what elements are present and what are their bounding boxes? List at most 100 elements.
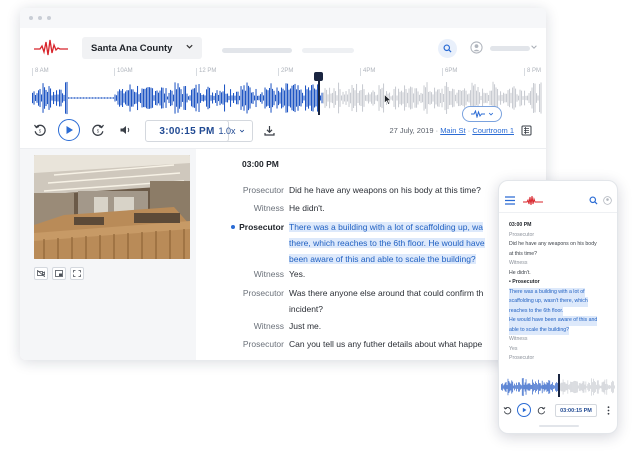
fast-forward-icon: 5: [92, 124, 104, 136]
waveform-bar: [432, 94, 434, 102]
search-icon[interactable]: [589, 196, 598, 205]
waveform-bar: [519, 382, 520, 392]
waveform-bar: [565, 383, 567, 391]
waveform-bar: [107, 97, 109, 99]
waveform-bar: [419, 94, 421, 102]
waveform-bar: [536, 383, 537, 391]
waveform-bar: [544, 383, 546, 391]
waveform-bar: [249, 87, 251, 109]
waveform-bar: [116, 95, 118, 101]
waveform-bar: [452, 88, 454, 108]
volume-button[interactable]: [118, 123, 132, 137]
waveform-bar: [516, 94, 518, 102]
waveform-bar: [576, 381, 577, 393]
speaker-label: Witness: [253, 269, 284, 279]
waveform-bar: [177, 83, 179, 113]
playback-speed-select[interactable]: 1.0x: [211, 120, 253, 142]
user-avatar-icon[interactable]: [603, 196, 612, 205]
user-name-placeholder[interactable]: [490, 46, 530, 51]
waveform-bar: [38, 90, 40, 106]
waveform-bar: [77, 97, 79, 99]
fast-forward-icon[interactable]: [537, 406, 546, 415]
window-dot[interactable]: [38, 16, 42, 20]
mobile-play-button[interactable]: [517, 403, 531, 417]
waveform-bar: [537, 384, 538, 390]
waveform-bar: [347, 94, 349, 102]
rewind-icon[interactable]: [503, 406, 512, 415]
home-indicator: [539, 425, 579, 427]
waveform-bar: [320, 95, 322, 101]
waveform-bar: [489, 90, 491, 106]
waveform-bar: [213, 95, 215, 101]
waveform-bar: [146, 87, 148, 109]
waveform-bar: [197, 92, 199, 104]
waveform-bar: [368, 92, 370, 104]
recording-date: 27 July, 2019: [389, 126, 434, 135]
timeline-tick: 6PM: [442, 68, 457, 76]
mobile-speaker: Witness: [509, 336, 528, 342]
waveform-bar: [246, 82, 248, 114]
waveform-bar: [561, 382, 563, 392]
speaker-label: Witness: [253, 203, 284, 213]
transcript-line-active[interactable]: Prosecutor There was a building with a l…: [196, 219, 546, 267]
waveform-bar: [128, 90, 130, 106]
play-button[interactable]: [58, 119, 80, 141]
mute-video-button[interactable]: [34, 267, 48, 280]
transcript-timestamp: 03:00 PM: [242, 159, 279, 169]
window-dot[interactable]: [29, 16, 33, 20]
waveform-bar: [519, 89, 521, 107]
mobile-time-display[interactable]: 03:00:15 PM: [555, 404, 597, 417]
mouse-cursor-icon: [384, 94, 392, 105]
waveform-bar: [375, 95, 377, 101]
waveform-bar: [111, 97, 113, 99]
waveform-bar: [339, 89, 341, 107]
window-dot[interactable]: [47, 16, 51, 20]
location-link[interactable]: Main St: [440, 126, 465, 135]
recording-meta: 27 July, 2019 · Main St · Courtroom 1: [389, 126, 514, 135]
waveform-bar: [50, 88, 52, 108]
waveform-bar: [532, 379, 534, 395]
waveform-bar: [611, 382, 612, 392]
waveform-bar: [467, 94, 469, 102]
waveform-bar: [300, 89, 302, 107]
rewind-button[interactable]: 5: [32, 122, 48, 138]
picture-in-picture-button[interactable]: [52, 267, 66, 280]
transcript-line[interactable]: Prosecutor Was there anyone else around …: [196, 285, 546, 317]
fullscreen-button[interactable]: [70, 267, 84, 280]
waveform-bar: [275, 94, 277, 102]
waveform-bar: [501, 383, 503, 391]
chevron-down-icon[interactable]: [530, 43, 538, 51]
county-select[interactable]: Santa Ana County: [82, 37, 202, 59]
waveform-bar: [315, 89, 317, 107]
waveform-bar: [533, 83, 535, 113]
forward-button[interactable]: 5: [90, 122, 106, 138]
download-button[interactable]: [262, 123, 276, 137]
courtroom-link[interactable]: Courtroom 1: [472, 126, 514, 135]
waveform-bar: [269, 88, 271, 108]
more-options-icon[interactable]: [607, 406, 610, 415]
waveform-bar: [520, 384, 521, 390]
search-icon: [443, 44, 452, 53]
waveform-bar: [401, 90, 403, 106]
waveform-bar: [191, 89, 193, 107]
waveform-bar: [215, 93, 217, 103]
hamburger-menu-icon[interactable]: [505, 196, 515, 205]
user-avatar-icon[interactable]: [470, 41, 483, 54]
search-button[interactable]: [438, 39, 457, 58]
waveform-bar: [51, 95, 53, 101]
courtroom-video-frame[interactable]: [34, 155, 190, 259]
notes-icon[interactable]: [521, 125, 532, 136]
placeholder-bar: [302, 48, 354, 53]
mobile-highlighted-text: reaches to the 6th floor.: [509, 306, 564, 316]
waveform-bar: [524, 382, 526, 392]
waveform-bar: [612, 380, 613, 394]
chevron-down-icon: [186, 44, 193, 49]
waveform-bar: [571, 381, 572, 393]
waveform-bar: [369, 94, 371, 102]
waveform-bar: [593, 378, 594, 396]
waveform-bar: [479, 92, 481, 104]
mobile-playhead[interactable]: [558, 374, 560, 397]
waveform-bar: [252, 92, 254, 104]
mobile-device: 03:00 PM Prosecutor Did he have any weap…: [498, 180, 618, 434]
playhead-handle[interactable]: [314, 72, 323, 81]
